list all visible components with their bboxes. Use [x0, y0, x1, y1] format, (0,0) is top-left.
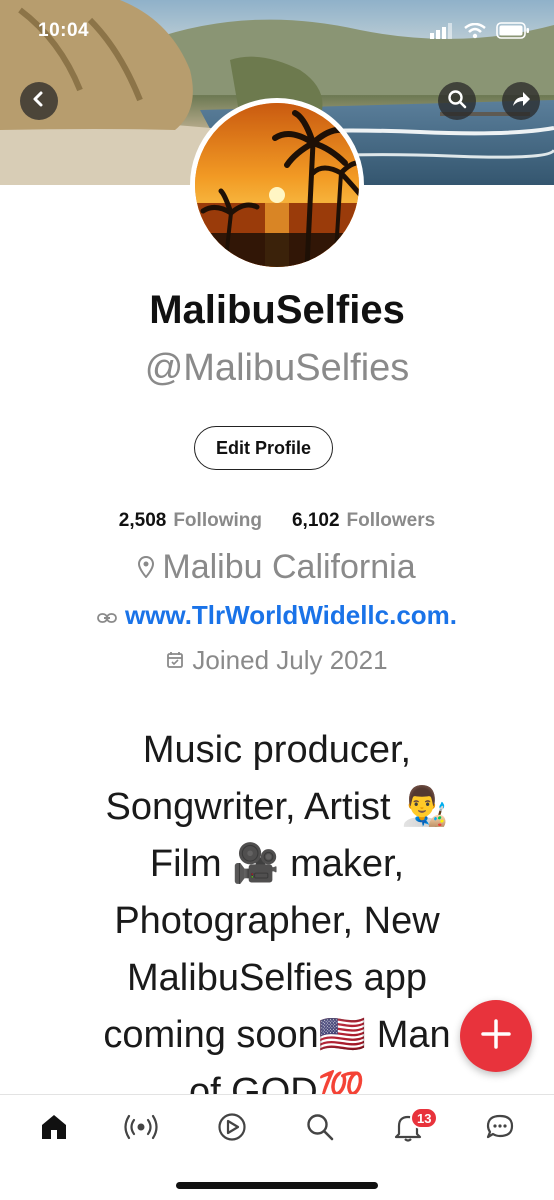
cellular-signal-icon	[430, 22, 454, 44]
messages-icon	[485, 1112, 515, 1147]
location-text: Malibu California	[162, 548, 416, 586]
home-icon	[39, 1112, 69, 1147]
search-button[interactable]	[438, 82, 476, 120]
search-icon	[447, 89, 467, 114]
bio-line: Film 🎥 maker,	[149, 843, 405, 885]
link-icon	[97, 600, 117, 631]
tab-home[interactable]	[32, 1109, 76, 1149]
joined-text: Joined July 2021	[192, 645, 388, 675]
joined-row: Joined July 2021	[0, 645, 554, 676]
bio-line: Photographer, New	[114, 900, 440, 942]
status-time: 10:04	[38, 20, 90, 41]
following-label: Following	[173, 510, 262, 531]
bio-line: Music producer,	[142, 729, 412, 771]
user-handle: @MalibuSelfies	[144, 347, 410, 389]
compose-button[interactable]	[460, 1000, 532, 1072]
search-icon	[305, 1112, 335, 1147]
tab-spaces[interactable]	[119, 1109, 163, 1149]
bio-line: coming soon🇺🇸 Man	[103, 1014, 451, 1056]
edit-profile-button[interactable]: Edit Profile	[194, 426, 333, 470]
tab-video[interactable]	[210, 1109, 254, 1149]
tab-search[interactable]	[298, 1109, 342, 1149]
video-play-icon	[217, 1112, 247, 1147]
followers-label: Followers	[346, 510, 436, 531]
notification-badge: 13	[410, 1107, 439, 1129]
followers-stat[interactable]: 6,102 Followers	[292, 510, 435, 532]
wifi-icon	[464, 22, 486, 44]
location-pin-icon	[138, 548, 155, 587]
share-arrow-icon	[511, 89, 531, 114]
bio-line: Songwriter, Artist 👨‍🎨	[105, 786, 449, 828]
tab-messages[interactable]	[478, 1109, 522, 1149]
battery-icon	[496, 22, 530, 44]
avatar[interactable]	[190, 98, 364, 272]
plus-icon	[479, 1017, 513, 1056]
location-row: Malibu California	[0, 548, 554, 587]
spaces-broadcast-icon	[124, 1114, 158, 1145]
website-link[interactable]: www.TlrWorldWidellc.com.	[125, 600, 457, 631]
display-name: MalibuSelfies	[149, 288, 405, 332]
share-button[interactable]	[502, 82, 540, 120]
back-button[interactable]	[20, 82, 58, 120]
following-stat[interactable]: 2,508 Following	[119, 510, 262, 532]
calendar-icon	[166, 645, 184, 676]
follow-stats: 2,508 Following 6,102 Followers	[0, 510, 554, 532]
chevron-left-icon	[30, 90, 48, 113]
status-icons	[430, 22, 530, 44]
following-count: 2,508	[118, 510, 167, 531]
website-row: www.TlrWorldWidellc.com.	[0, 600, 554, 631]
home-indicator	[176, 1182, 378, 1189]
profile-bio: Music producer, Songwriter, Artist 👨‍🎨 F…	[30, 722, 524, 1121]
bio-line: MalibuSelfies app	[127, 957, 427, 999]
followers-count: 6,102	[291, 510, 340, 531]
